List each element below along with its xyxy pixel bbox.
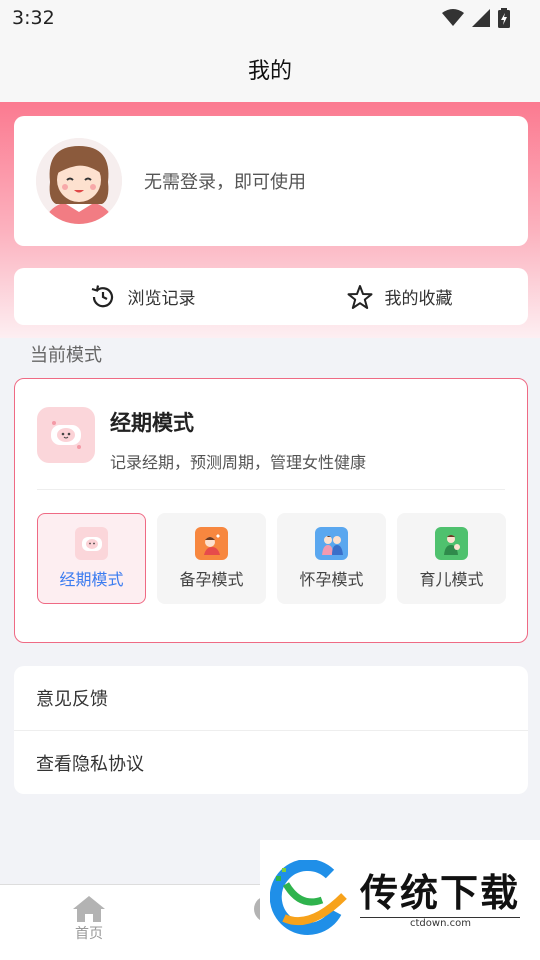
page-header: 我的 bbox=[0, 36, 540, 102]
watermark-subtitle: ctdown.com bbox=[360, 917, 520, 929]
mode-option-label: 育儿模式 bbox=[419, 570, 484, 589]
current-mode-description: 记录经期，预测周期，管理女性健康 bbox=[110, 453, 367, 472]
mode-option-label: 怀孕模式 bbox=[299, 570, 364, 589]
avatar[interactable] bbox=[36, 138, 122, 224]
browse-history-label: 浏览记录 bbox=[127, 289, 196, 309]
avatar-girl-icon bbox=[36, 138, 122, 224]
mode-option-parenting[interactable]: 育儿模式 bbox=[397, 513, 506, 604]
favorites-label: 我的收藏 bbox=[384, 289, 453, 309]
status-time: 3:32 bbox=[12, 7, 55, 29]
mode-option-period[interactable]: 经期模式 bbox=[37, 513, 146, 604]
pregnancy-icon bbox=[315, 527, 348, 560]
period-pad-icon bbox=[75, 527, 108, 560]
quick-actions-card: 浏览记录 我的收藏 bbox=[14, 268, 528, 325]
battery-icon bbox=[498, 8, 510, 28]
login-prompt[interactable]: 无需登录，即可使用 bbox=[144, 168, 306, 194]
signal-icon bbox=[472, 9, 490, 27]
prepare-pregnancy-icon bbox=[195, 527, 228, 560]
mode-option-prepare-pregnancy[interactable]: 备孕模式 bbox=[157, 513, 266, 604]
current-mode-card: 经期模式 记录经期，预测周期，管理女性健康 经期模式 备孕模式 怀孕模式 育儿模… bbox=[14, 378, 528, 643]
settings-menu: 意见反馈 查看隐私协议 bbox=[14, 666, 528, 794]
watermark-overlay: 传统下载 ctdown.com bbox=[260, 840, 540, 960]
star-icon bbox=[347, 284, 372, 309]
mode-option-label: 经期模式 bbox=[59, 570, 124, 589]
mode-options: 经期模式 备孕模式 怀孕模式 育儿模式 bbox=[37, 513, 506, 604]
current-mode-section-label: 当前模式 bbox=[30, 345, 102, 366]
status-bar: 3:32 bbox=[0, 0, 540, 36]
tab-home-label: 首页 bbox=[75, 926, 103, 942]
divider bbox=[37, 489, 505, 490]
tab-home[interactable]: 首页 bbox=[72, 895, 106, 943]
status-icons bbox=[442, 8, 510, 28]
ctdown-logo-icon bbox=[270, 860, 347, 935]
privacy-policy-menu-item[interactable]: 查看隐私协议 bbox=[14, 730, 528, 794]
wifi-icon bbox=[442, 9, 464, 26]
mode-option-label: 备孕模式 bbox=[179, 570, 244, 589]
parenting-icon bbox=[435, 527, 468, 560]
browse-history-button[interactable]: 浏览记录 bbox=[14, 284, 271, 310]
history-icon bbox=[91, 284, 113, 307]
feedback-menu-item[interactable]: 意见反馈 bbox=[14, 666, 528, 730]
favorites-button[interactable]: 我的收藏 bbox=[271, 284, 528, 310]
home-icon bbox=[73, 896, 105, 922]
mode-option-pregnancy[interactable]: 怀孕模式 bbox=[277, 513, 386, 604]
current-mode-header: 经期模式 记录经期，预测周期，管理女性健康 bbox=[37, 407, 366, 473]
page-title: 我的 bbox=[247, 59, 292, 84]
period-pad-icon bbox=[37, 407, 95, 463]
profile-card[interactable]: 无需登录，即可使用 bbox=[14, 116, 528, 246]
watermark-title: 传统下载 bbox=[360, 871, 521, 915]
current-mode-title: 经期模式 bbox=[110, 411, 194, 435]
